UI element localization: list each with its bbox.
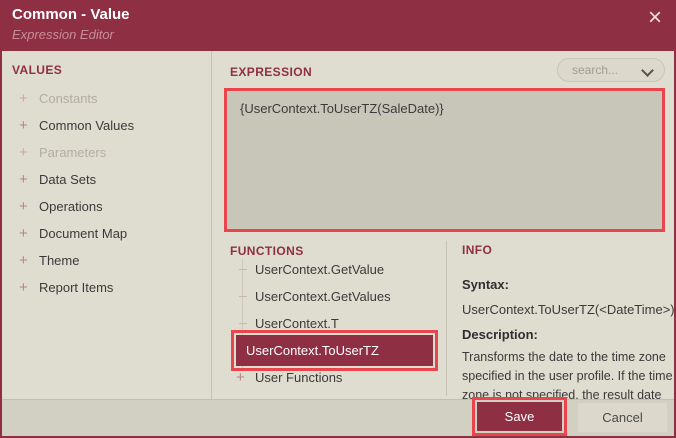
save-button[interactable]: Save — [477, 402, 562, 431]
function-item-usercontext-getvalue[interactable]: UserContext.GetValue — [213, 256, 443, 283]
highlight-save-button: Save — [472, 397, 567, 436]
sidebar-item-report-items[interactable]: + Report Items — [2, 274, 211, 301]
sidebar-item-document-map[interactable]: + Document Map — [2, 220, 211, 247]
expand-plus-icon[interactable]: + — [19, 253, 39, 268]
function-item-label: UserContext.GetValue — [255, 262, 385, 277]
sidebar-item-constants[interactable]: + Constants — [2, 85, 211, 112]
sidebar-item-common-values[interactable]: + Common Values — [2, 112, 211, 139]
expand-plus-icon[interactable]: + — [19, 172, 39, 187]
expand-plus-icon[interactable]: + — [19, 118, 39, 133]
expression-header: EXPRESSION — [230, 65, 313, 79]
values-panel: VALUES + Constants + Common Values + Paramete… — [2, 51, 212, 400]
sidebar-item-label: Data Sets — [39, 172, 97, 187]
function-item-label: UserContext.GetValues — [255, 289, 391, 304]
expression-input[interactable]: {UserContext.ToUserTZ(SaleDate)} — [227, 91, 662, 126]
description-label: Description: — [462, 327, 538, 342]
dialog-footer: Save Cancel — [2, 397, 674, 436]
function-item-label: UserContext.T — [255, 316, 339, 331]
sidebar-item-label: Constants — [39, 91, 98, 106]
syntax-label: Syntax: — [462, 277, 509, 292]
values-tree: + Constants + Common Values + Parameters + Data… — [2, 85, 211, 301]
values-panel-header: VALUES — [12, 63, 63, 77]
function-item-label: User Functions — [255, 370, 343, 385]
function-item-usercontext-getvalues[interactable]: UserContext.GetValues — [213, 283, 443, 310]
chevron-down-icon — [641, 64, 654, 77]
info-header: INFO — [462, 243, 493, 257]
expand-plus-icon[interactable]: + — [19, 145, 39, 160]
expand-plus-icon[interactable]: + — [19, 199, 39, 214]
sidebar-item-data-sets[interactable]: + Data Sets — [2, 166, 211, 193]
sidebar-item-label: Theme — [39, 253, 80, 268]
dialog-titlebar: Common - Value Expression Editor × — [0, 0, 676, 51]
search-placeholder: search... — [572, 63, 619, 77]
sidebar-item-label: Operations — [39, 199, 103, 214]
highlight-expression-box: {UserContext.ToUserTZ(SaleDate)} — [224, 88, 665, 232]
close-icon[interactable]: × — [648, 4, 662, 32]
expand-plus-icon[interactable]: + — [236, 370, 245, 385]
expand-plus-icon[interactable]: + — [19, 226, 39, 241]
function-item-usercontext-tousertz[interactable]: UserContext.ToUserTZ — [236, 335, 433, 366]
dialog-subtitle: Expression Editor — [12, 27, 114, 42]
search-dropdown[interactable]: search... — [557, 58, 665, 82]
expression-panel: EXPRESSION search... {UserContext.ToUser… — [213, 51, 675, 421]
sidebar-item-label: Parameters — [39, 145, 107, 160]
syntax-value: UserContext.ToUserTZ(<DateTime>) — [462, 302, 675, 317]
sidebar-item-label: Common Values — [39, 118, 135, 133]
sidebar-item-label: Document Map — [39, 226, 128, 241]
info-divider — [446, 241, 447, 396]
sidebar-item-theme[interactable]: + Theme — [2, 247, 211, 274]
sidebar-item-operations[interactable]: + Operations — [2, 193, 211, 220]
cancel-button[interactable]: Cancel — [578, 403, 667, 432]
expand-plus-icon[interactable]: + — [19, 280, 39, 295]
expand-plus-icon[interactable]: + — [19, 91, 39, 106]
function-item-user-functions[interactable]: + User Functions — [213, 364, 443, 391]
dialog-title: Common - Value — [12, 6, 130, 23]
sidebar-item-parameters[interactable]: + Parameters — [2, 139, 211, 166]
sidebar-item-label: Report Items — [39, 280, 114, 295]
